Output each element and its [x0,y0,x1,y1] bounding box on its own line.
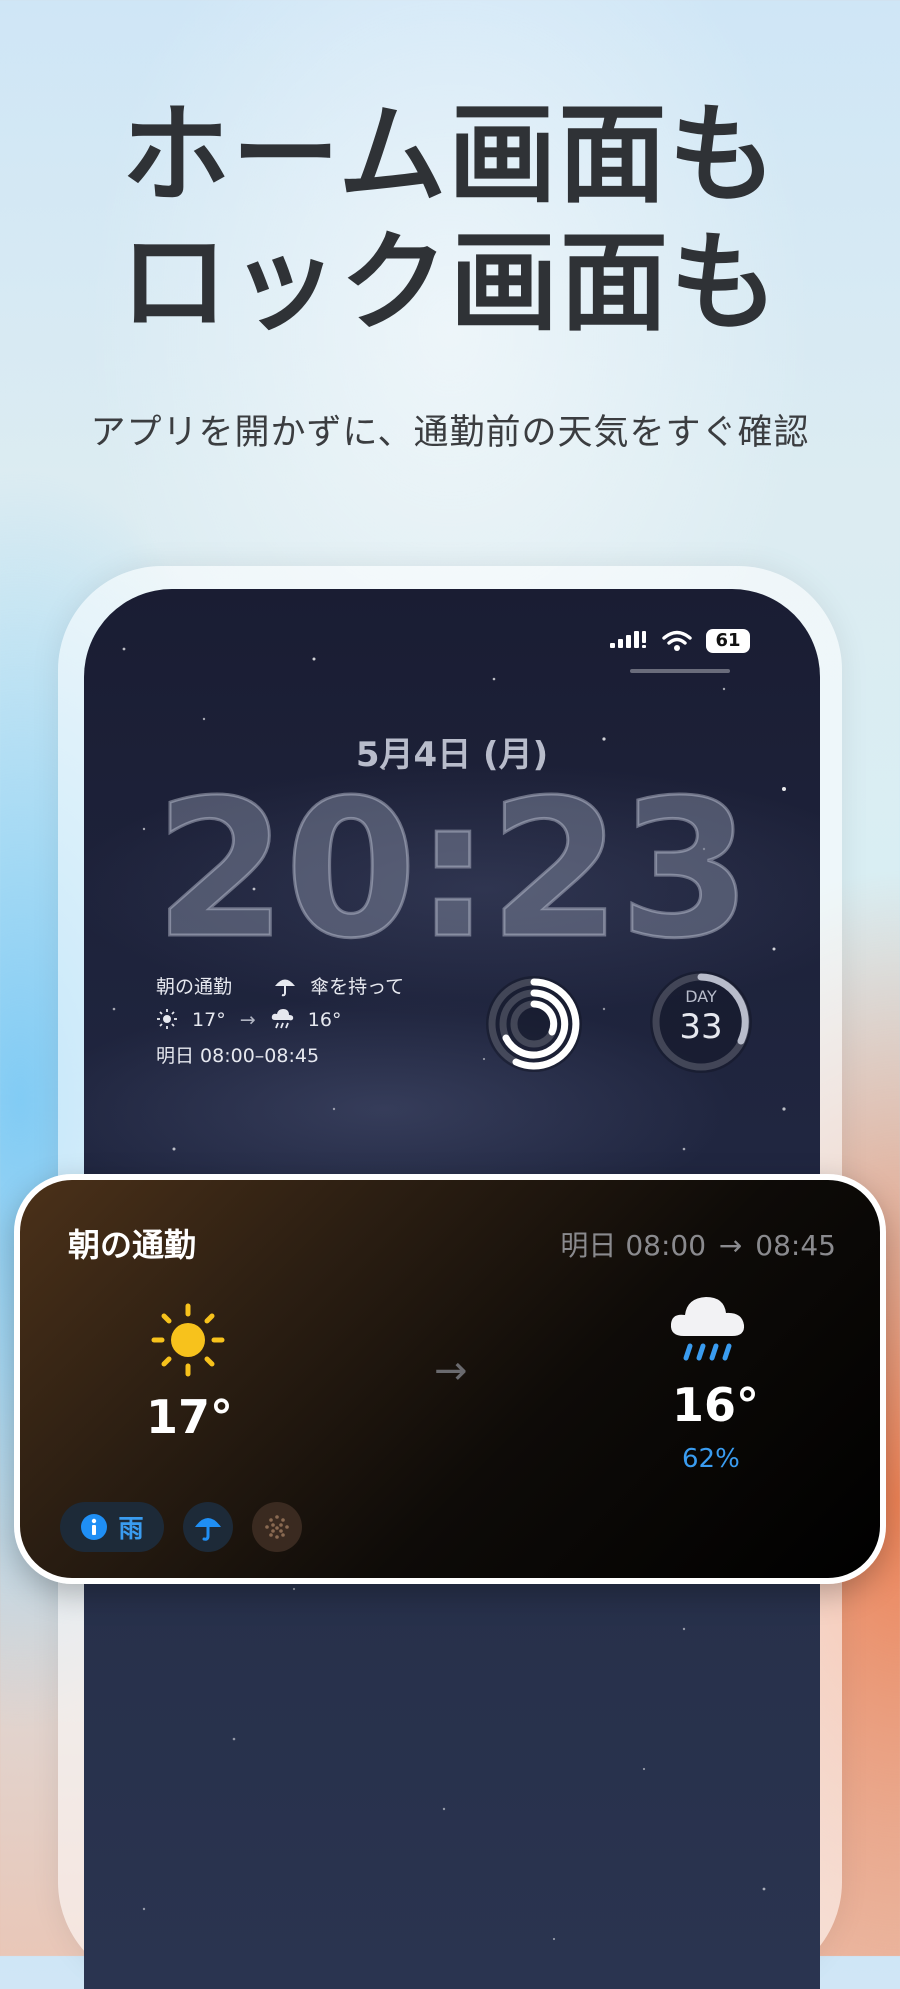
info-icon [81,1514,108,1540]
commute-lock-widget[interactable]: 朝の通勤 傘を持って [156,972,404,999]
activity-ring-widget[interactable] [482,972,586,1076]
widget-time-window: 明日 08:00 → 08:45 [560,1224,836,1264]
umbrella-icon [275,979,296,997]
headline: ホーム画面も ロック画面も [0,92,900,348]
widget-time-start: 明日 08:00 [560,1229,707,1262]
arrow-right-icon: → [434,1348,468,1394]
subheadline: アプリを開かずに、通勤前の天気をすぐ確認 [90,413,810,453]
day-label: DAY [685,987,717,1006]
battery-icon: 61 [706,629,750,653]
headline-line-2: ロック画面も [119,221,780,346]
lock-widget-to-temp: 16° [307,1009,342,1031]
lock-widget-window: 明日 08:00–08:45 [156,1045,320,1067]
precip-probability: 62% [682,1444,740,1474]
status-bar: 61 [610,629,750,653]
rain-info-badge[interactable]: 雨 [60,1502,164,1552]
day-counter-widget[interactable]: DAY 33 [646,967,756,1077]
lock-widget-title: 朝の通勤 [156,976,233,998]
day-value: 33 [679,1007,723,1047]
from-temperature: 17° [146,1390,234,1444]
dynamic-island-indicator [630,669,730,673]
umbrella-badge[interactable] [183,1502,233,1552]
lock-widget-temps-row: 17° → 16° [156,1007,341,1031]
lock-clock: 20:23 [153,758,753,982]
pollen-badge[interactable] [252,1502,302,1552]
cellular-signal-icon [610,631,646,648]
umbrella-icon [195,1518,221,1541]
arrow-right-icon: → [718,1229,743,1262]
arrow-right-icon: → [239,1009,256,1031]
lock-widget-advice: 傘を持って [310,976,405,998]
commute-weather-widget[interactable]: 朝の通勤 明日 08:00 → 08:45 17° → 16° 62% 雨 [14,1174,886,1584]
rain-cloud-icon [670,1297,745,1361]
to-temperature: 16° [672,1378,760,1432]
sun-icon [157,1009,177,1029]
headline-line-1: ホーム画面も [121,93,779,218]
widget-title: 朝の通勤 [68,1226,197,1264]
widget-time-end: 08:45 [755,1229,836,1262]
wifi-icon [662,630,692,651]
rain-badge-label: 雨 [118,1514,144,1543]
rain-cloud-icon [271,1009,293,1029]
sun-icon [151,1303,225,1377]
lock-widget-from-temp: 17° [192,1009,226,1031]
dot-grid-icon [265,1515,289,1539]
